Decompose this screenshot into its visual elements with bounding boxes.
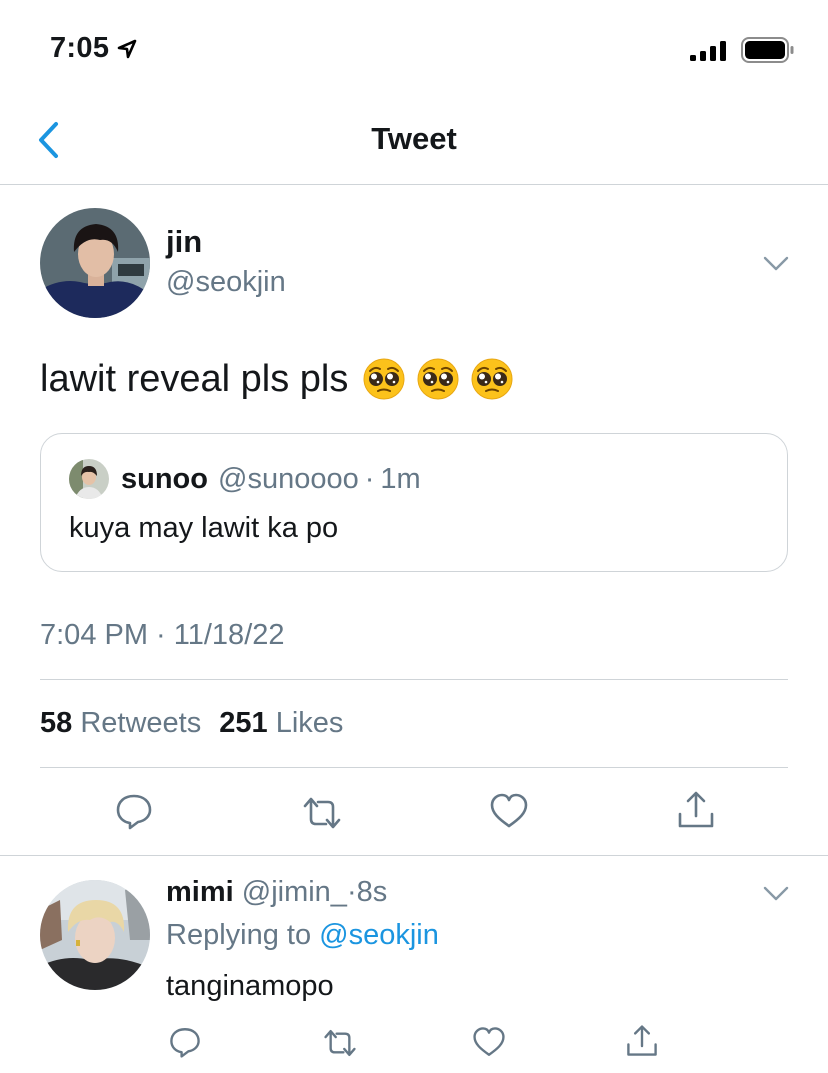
retweet-icon: [303, 797, 341, 829]
nav-divider: [0, 184, 828, 185]
pleading-face-emoji-icon: [471, 358, 513, 400]
reply-author-avatar[interactable]: [40, 880, 150, 990]
reply-share-button[interactable]: [625, 1024, 659, 1058]
location-arrow-icon: [117, 39, 137, 58]
reply-separator: ·: [346, 876, 357, 908]
reply-header: mimi @jimin_·8s: [166, 876, 387, 909]
clock: 7:05: [50, 32, 110, 64]
battery-icon: [741, 37, 794, 63]
page-title: Tweet: [371, 121, 457, 156]
reply-time: 8s: [356, 876, 388, 908]
actions-divider: [0, 855, 828, 856]
retweet-label: Retweets: [80, 707, 202, 739]
reply-chevron-down-icon[interactable]: [763, 886, 789, 902]
retweets-stat[interactable]: 58 Retweets: [40, 707, 209, 739]
emoji-group: [362, 357, 514, 401]
quoted-author-avatar: [69, 459, 109, 499]
engagement-stats: 58 Retweets 251 Likes: [40, 707, 343, 740]
quoted-tweet-text: kuya may lawit ka po: [69, 512, 339, 544]
pleading-face-emoji-icon: [417, 358, 459, 400]
reply-text: tanginamopo: [166, 970, 334, 1002]
like-icon: [490, 793, 528, 828]
reply-like-button[interactable]: [472, 1025, 506, 1059]
reply-author-handle[interactable]: @jimin_: [242, 876, 347, 908]
author-handle[interactable]: @seokjin: [166, 266, 286, 299]
tweet-timestamp: 7:04 PM · 11/18/22: [40, 619, 285, 651]
quoted-author-handle: @sunoooo: [218, 462, 359, 495]
share-icon: [627, 1025, 657, 1056]
retweet-count: 58: [40, 707, 73, 739]
like-label: Likes: [275, 707, 344, 739]
quoted-author-name: sunoo: [121, 462, 208, 495]
tweet-text: lawit reveal pls pls: [40, 357, 514, 401]
like-button[interactable]: [489, 791, 529, 831]
reply-author-name[interactable]: mimi: [166, 876, 234, 908]
like-icon: [473, 1027, 505, 1056]
likes-stat[interactable]: 251 Likes: [219, 707, 343, 739]
stats-divider: [40, 767, 788, 768]
author-avatar[interactable]: [40, 208, 150, 318]
reply-icon: [116, 794, 152, 830]
replying-to-line: Replying to @seokjin: [166, 919, 439, 952]
pleading-face-emoji-icon: [363, 358, 405, 400]
status-time: 7:05: [50, 32, 137, 65]
share-icon: [678, 791, 714, 828]
author-name[interactable]: jin: [166, 224, 202, 260]
tweet-body: lawit reveal pls pls: [40, 357, 349, 400]
reply-reply-button[interactable]: [168, 1025, 202, 1059]
quoted-separator: ·: [364, 462, 375, 495]
reply-button[interactable]: [114, 791, 154, 831]
reply-icon: [170, 1028, 200, 1058]
timestamp-divider: [40, 679, 788, 680]
quoted-tweet-card[interactable]: sunoo @sunoooo · 1m kuya may lawit ka po: [40, 433, 788, 572]
quoted-tweet-header: sunoo @sunoooo · 1m: [69, 459, 421, 499]
replying-to-mention[interactable]: @seokjin: [319, 919, 439, 951]
retweet-icon: [324, 1029, 356, 1057]
chevron-down-icon[interactable]: [763, 256, 789, 272]
share-button[interactable]: [676, 790, 716, 830]
cellular-signal-icon: [690, 41, 726, 61]
like-count: 251: [219, 707, 268, 739]
replying-prefix: Replying to: [166, 919, 312, 951]
reply-retweet-button[interactable]: [323, 1026, 357, 1060]
retweet-button[interactable]: [302, 793, 342, 833]
quoted-time: 1m: [380, 462, 421, 495]
